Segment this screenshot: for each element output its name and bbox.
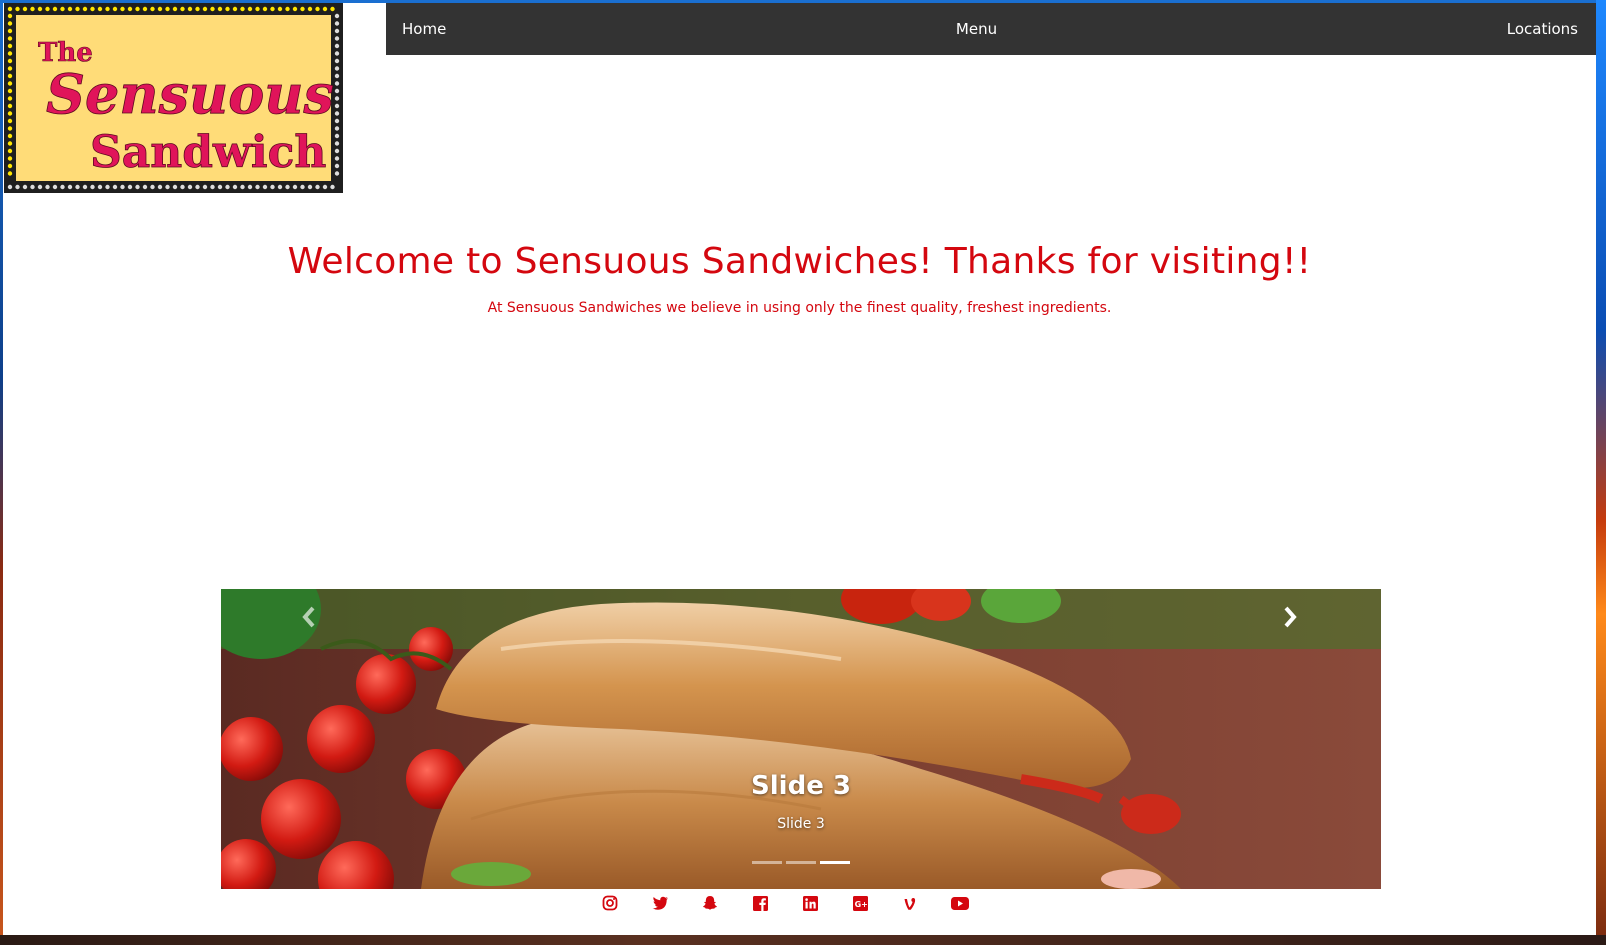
slide-caption-title: Slide 3: [751, 771, 851, 801]
youtube-icon[interactable]: [949, 894, 971, 912]
site-logo[interactable]: The Sensuous Sandwich: [4, 3, 343, 193]
carousel-indicator-active[interactable]: [820, 861, 850, 864]
linkedin-icon[interactable]: [799, 894, 821, 912]
page-subtitle: At Sensuous Sandwiches we believe in usi…: [487, 300, 1112, 316]
desktop-wallpaper-edge: [1596, 0, 1606, 945]
top-navbar: Home Menu Locations: [386, 3, 1596, 55]
carousel-indicators: [221, 861, 1381, 864]
logo-text-sensuous: Sensuous: [46, 62, 334, 126]
facebook-icon[interactable]: [749, 894, 771, 912]
page-title: Welcome to Sensuous Sandwiches! Thanks f…: [287, 241, 1312, 282]
twitter-icon[interactable]: [649, 894, 671, 912]
carousel-indicator[interactable]: [752, 861, 782, 864]
slide-caption-text: Slide 3: [777, 816, 825, 832]
desktop-wallpaper-bottom: [0, 935, 1606, 945]
carousel-prev-button[interactable]: [289, 599, 329, 635]
nav-menu[interactable]: Menu: [956, 20, 997, 38]
browser-page: The Sensuous Sandwich Home Menu Location…: [3, 3, 1596, 935]
chevron-right-icon: [1284, 606, 1297, 628]
vine-icon[interactable]: [899, 894, 921, 912]
image-carousel[interactable]: Slide 3 Slide 3: [221, 589, 1381, 889]
nav-home[interactable]: Home: [402, 20, 446, 38]
logo-graphic: The Sensuous Sandwich: [4, 3, 343, 193]
nav-locations[interactable]: Locations: [1507, 20, 1578, 38]
google-plus-icon[interactable]: G+: [849, 894, 871, 912]
instagram-icon[interactable]: [599, 894, 621, 912]
social-links: G+: [599, 894, 971, 912]
slide-image: [221, 589, 1381, 889]
carousel-indicator[interactable]: [786, 861, 816, 864]
logo-text-sandwich: Sandwich: [90, 127, 326, 178]
snapchat-icon[interactable]: [699, 894, 721, 912]
chevron-left-icon: [302, 606, 315, 628]
carousel-next-button[interactable]: [1270, 599, 1310, 635]
svg-text:G+: G+: [854, 900, 867, 909]
